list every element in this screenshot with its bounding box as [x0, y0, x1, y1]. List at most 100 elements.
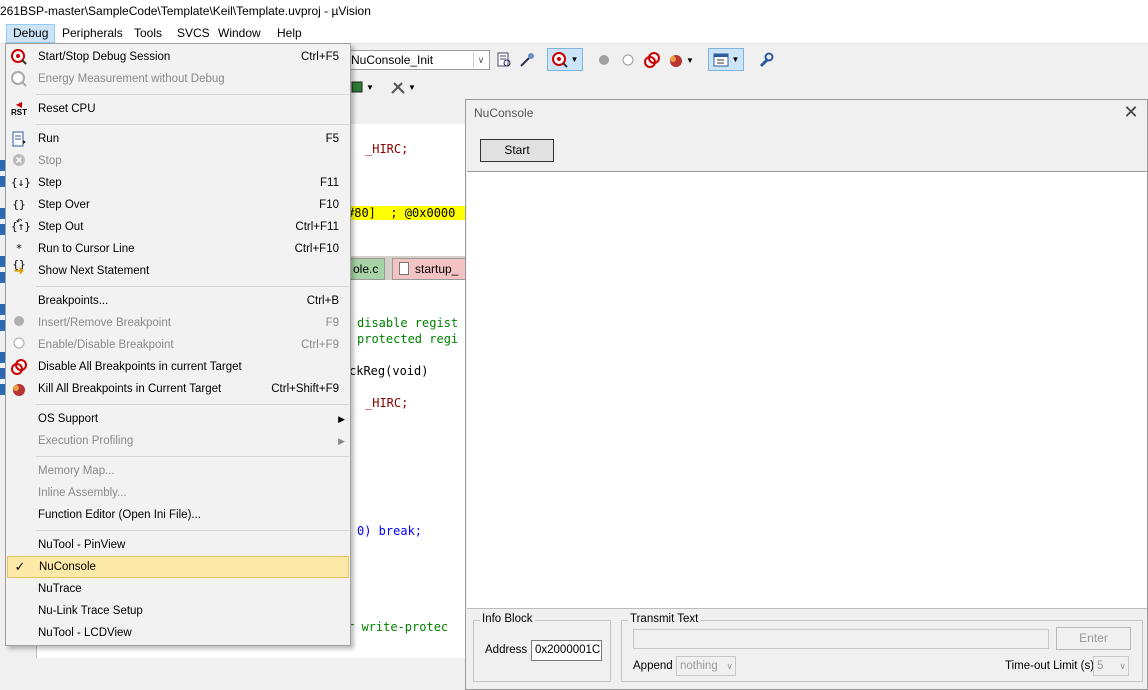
append-label: Append: [633, 660, 673, 672]
menu-item-nutool-pinview[interactable]: NuTool - PinView: [7, 534, 349, 556]
menu-item-function-editor[interactable]: Function Editor (Open Ini File)...: [7, 504, 349, 526]
append-select-value: nothing: [680, 660, 718, 672]
menu-item-stop: Stop: [7, 150, 349, 172]
step-out-icon: {↑}: [11, 220, 31, 233]
check-icon: ✓: [14, 559, 26, 574]
menu-peripherals[interactable]: Peripherals: [56, 24, 129, 43]
bottom-area: [0, 658, 465, 690]
menu-item-label: Show Next Statement: [38, 265, 150, 277]
stop-icon: [11, 153, 27, 169]
menu-item-nutool-lcdview[interactable]: NuTool - LCDView: [7, 622, 349, 644]
close-icon[interactable]: ✕: [1121, 102, 1141, 123]
disable-breakpoints-icon: [11, 359, 27, 375]
menu-item-shortcut: F5: [325, 133, 339, 145]
menu-item-label: Insert/Remove Breakpoint: [38, 317, 171, 329]
append-select[interactable]: nothing ∨: [676, 656, 736, 676]
find-in-files-icon[interactable]: [494, 50, 514, 70]
function-combo[interactable]: NuConsole_Init ∨: [348, 50, 490, 70]
energy-icon: [11, 71, 27, 87]
menu-item-nuconsole[interactable]: ✓ NuConsole: [7, 556, 349, 578]
menu-item-disable-all-breakpoints[interactable]: Disable All Breakpoints in current Targe…: [7, 356, 349, 378]
menu-tools[interactable]: Tools: [128, 24, 168, 43]
chevron-down-icon[interactable]: ∨: [473, 52, 488, 68]
menu-item-insert-remove-breakpoint: Insert/Remove Breakpoint F9: [7, 312, 349, 334]
menu-item-shortcut: Ctrl+Shift+F9: [271, 383, 339, 395]
menu-item-shortcut: Ctrl+F10: [294, 243, 339, 255]
info-block-label: Info Block: [480, 613, 535, 625]
menu-item-step[interactable]: {↓} Step F11: [7, 172, 349, 194]
menu-item-label: Start/Stop Debug Session: [38, 51, 171, 63]
nuconsole-title: NuConsole: [474, 106, 534, 120]
menu-item-show-next-statement[interactable]: ➜ Show Next Statement: [7, 260, 349, 282]
function-combo-value: NuConsole_Init: [351, 53, 434, 67]
menu-item-shortcut: F9: [325, 317, 339, 329]
menu-svcs[interactable]: SVCS: [171, 24, 216, 43]
tab-startup-label: startup_: [415, 262, 459, 276]
info-block-group: Info Block Address 0x2000001C: [473, 613, 611, 682]
menu-item-label: Breakpoints...: [38, 295, 109, 307]
menu-separator: [36, 286, 349, 287]
menu-item-os-support[interactable]: OS Support ▶: [7, 408, 349, 430]
menu-item-label: NuConsole: [39, 561, 96, 573]
menu-debug[interactable]: Debug: [6, 24, 56, 43]
address-label: Address: [485, 644, 528, 656]
code-line-highlighted: #80] ; @0x0000: [347, 206, 467, 220]
tools-icon[interactable]: ▼: [386, 77, 420, 97]
menu-item-step-out[interactable]: {↑} Step Out Ctrl+F11: [7, 216, 349, 238]
debug-session-icon: [11, 49, 27, 65]
menu-item-run[interactable]: Run F5: [7, 128, 349, 150]
menu-item-label: Nu-Link Trace Setup: [38, 605, 143, 617]
menu-item-execution-profiling: Execution Profiling ▶: [7, 430, 349, 452]
run-icon: [11, 131, 27, 147]
tab-console-c[interactable]: ole.c: [346, 258, 386, 280]
menu-item-memory-map: Memory Map...: [7, 460, 349, 482]
menu-item-label: Reset CPU: [38, 103, 96, 115]
menu-item-label: Stop: [38, 155, 62, 167]
chip-icon[interactable]: ▼: [348, 77, 376, 97]
console-output[interactable]: [467, 171, 1147, 609]
code-line: _HIRC;: [365, 142, 409, 156]
step-over-icon: {}↶: [12, 198, 26, 227]
transmit-text-input[interactable]: [633, 629, 1049, 649]
tab-startup[interactable]: startup_: [392, 258, 472, 280]
disable-breakpoints-icon[interactable]: [642, 50, 662, 70]
menu-item-start-stop-debug[interactable]: Start/Stop Debug Session Ctrl+F5: [7, 46, 349, 68]
breakpoint-outline-icon[interactable]: [618, 50, 638, 70]
timeout-select-value: 5: [1097, 660, 1104, 672]
address-field[interactable]: 0x2000001C: [531, 640, 602, 661]
menu-item-breakpoints[interactable]: Breakpoints... Ctrl+B: [7, 290, 349, 312]
code-line: r write-protec: [347, 620, 449, 634]
menu-item-label: Run: [38, 133, 60, 145]
step-icon: {↓}: [11, 176, 31, 189]
code-line: ckReg(void): [349, 364, 429, 378]
chevron-down-icon: ∨: [726, 661, 733, 671]
menu-item-step-over[interactable]: {}↶ Step Over F10: [7, 194, 349, 227]
wrench-icon[interactable]: [756, 50, 776, 70]
menu-separator: [36, 404, 349, 405]
menu-item-label: Kill All Breakpoints in Current Target: [38, 383, 222, 395]
menu-item-label: Inline Assembly...: [38, 487, 127, 499]
menu-item-label: Step: [38, 177, 62, 189]
debug-session-button[interactable]: ▼: [547, 48, 583, 71]
menu-window[interactable]: Window: [212, 24, 267, 43]
menu-item-reset-cpu[interactable]: ◀ RST Reset CPU: [7, 98, 349, 120]
menu-help[interactable]: Help: [271, 24, 308, 43]
breakpoint-icon[interactable]: [594, 50, 614, 70]
menu-item-run-to-cursor[interactable]: *{} Run to Cursor Line Ctrl+F10: [7, 238, 349, 271]
chevron-down-icon: ∨: [1119, 661, 1126, 671]
menu-item-kill-all-breakpoints[interactable]: Kill All Breakpoints in Current Target C…: [7, 378, 349, 400]
enter-button[interactable]: Enter: [1056, 627, 1131, 650]
breakpoint-outline-icon: [11, 337, 27, 353]
menu-item-label: OS Support: [38, 413, 99, 425]
menu-item-label: NuTool - LCDView: [38, 627, 132, 639]
menu-item-nutrace[interactable]: NuTrace: [7, 578, 349, 600]
menu-item-label: Step Over: [38, 199, 90, 211]
timeout-select[interactable]: 5 ∨: [1093, 656, 1129, 676]
menu-item-nu-link-trace-setup[interactable]: Nu-Link Trace Setup: [7, 600, 349, 622]
configure-icon[interactable]: [517, 50, 537, 70]
kill-breakpoints-icon[interactable]: ▼: [666, 50, 696, 70]
window-layout-button[interactable]: ▼: [708, 48, 744, 71]
menu-item-shortcut: F10: [319, 199, 339, 211]
start-button[interactable]: Start: [480, 139, 554, 162]
timeout-label: Time-out Limit (s): [1005, 660, 1095, 672]
